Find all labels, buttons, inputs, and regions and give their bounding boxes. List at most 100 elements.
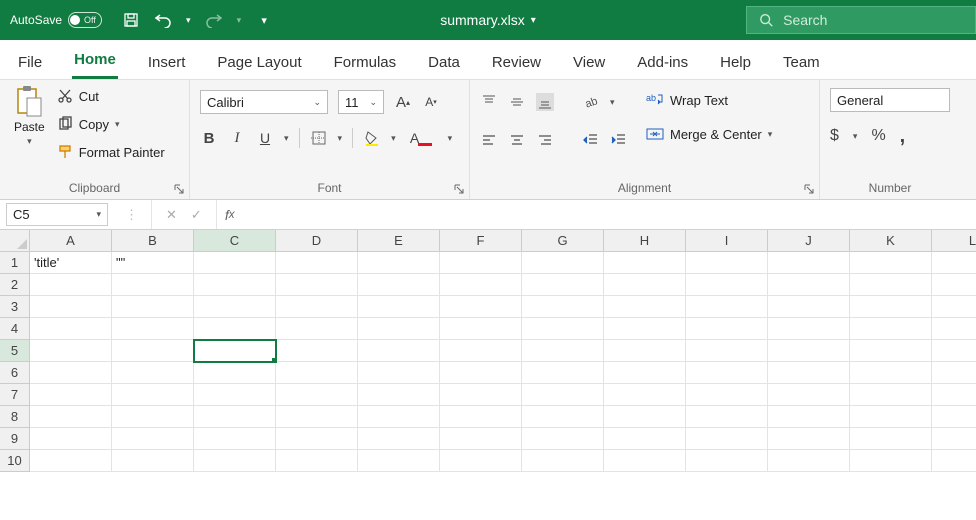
cell-C9[interactable]: [194, 428, 276, 450]
cell-E2[interactable]: [358, 274, 440, 296]
tab-view[interactable]: View: [571, 46, 607, 79]
cell-D8[interactable]: [276, 406, 358, 428]
cell-K9[interactable]: [850, 428, 932, 450]
cell-I5[interactable]: [686, 340, 768, 362]
search-box[interactable]: [746, 6, 976, 34]
chevron-down-icon[interactable]: ▾: [284, 133, 289, 144]
column-header[interactable]: D: [276, 230, 358, 252]
cell-H1[interactable]: [604, 252, 686, 274]
cell-H2[interactable]: [604, 274, 686, 296]
underline-button[interactable]: U: [256, 129, 274, 147]
cell-J6[interactable]: [768, 362, 850, 384]
cell-J5[interactable]: [768, 340, 850, 362]
cell-I8[interactable]: [686, 406, 768, 428]
cell-A2[interactable]: [30, 274, 112, 296]
cell-E5[interactable]: [358, 340, 440, 362]
cell-L3[interactable]: [932, 296, 976, 318]
cell-B3[interactable]: [112, 296, 194, 318]
cell-G6[interactable]: [522, 362, 604, 384]
cell-F6[interactable]: [440, 362, 522, 384]
cell-A5[interactable]: [30, 340, 112, 362]
cell-C6[interactable]: [194, 362, 276, 384]
fx-icon[interactable]: fx: [217, 200, 243, 229]
cell-F5[interactable]: [440, 340, 522, 362]
cell-H5[interactable]: [604, 340, 686, 362]
cell-G1[interactable]: [522, 252, 604, 274]
search-input[interactable]: [783, 12, 963, 28]
cell-B7[interactable]: [112, 384, 194, 406]
dialog-launcher-icon[interactable]: [173, 183, 185, 195]
cell-B4[interactable]: [112, 318, 194, 340]
column-header[interactable]: F: [440, 230, 522, 252]
row-header[interactable]: 8: [0, 406, 30, 428]
column-header[interactable]: H: [604, 230, 686, 252]
cut-button[interactable]: Cut: [57, 84, 165, 108]
enter-formula-icon[interactable]: ✓: [191, 207, 202, 223]
cell-C7[interactable]: [194, 384, 276, 406]
tab-home[interactable]: Home: [72, 43, 118, 79]
cell-E1[interactable]: [358, 252, 440, 274]
font-size-select[interactable]: 11⌄: [338, 90, 384, 114]
cell-I3[interactable]: [686, 296, 768, 318]
redo-icon[interactable]: [205, 11, 223, 29]
cell-C4[interactable]: [194, 318, 276, 340]
cell-I7[interactable]: [686, 384, 768, 406]
name-box-expand[interactable]: ⋮: [112, 200, 152, 229]
cell-F8[interactable]: [440, 406, 522, 428]
cell-H4[interactable]: [604, 318, 686, 340]
cell-K3[interactable]: [850, 296, 932, 318]
row-header[interactable]: 1: [0, 252, 30, 274]
percent-format-button[interactable]: %: [871, 127, 885, 145]
borders-button[interactable]: [310, 129, 328, 147]
cell-F1[interactable]: [440, 252, 522, 274]
undo-icon[interactable]: [154, 11, 172, 29]
cell-G7[interactable]: [522, 384, 604, 406]
tab-data[interactable]: Data: [426, 46, 462, 79]
cell-H9[interactable]: [604, 428, 686, 450]
copy-button[interactable]: Copy ▾: [57, 112, 165, 136]
cell-L8[interactable]: [932, 406, 976, 428]
cell-L1[interactable]: [932, 252, 976, 274]
cell-A10[interactable]: [30, 450, 112, 472]
cell-C3[interactable]: [194, 296, 276, 318]
cell-J7[interactable]: [768, 384, 850, 406]
cell-F10[interactable]: [440, 450, 522, 472]
chevron-down-icon[interactable]: ▾: [338, 133, 343, 144]
align-top-icon[interactable]: [480, 93, 498, 111]
orientation-icon[interactable]: ab: [582, 93, 600, 111]
cell-G2[interactable]: [522, 274, 604, 296]
cell-L5[interactable]: [932, 340, 976, 362]
cell-K6[interactable]: [850, 362, 932, 384]
column-header[interactable]: K: [850, 230, 932, 252]
cell-B8[interactable]: [112, 406, 194, 428]
cell-E9[interactable]: [358, 428, 440, 450]
cell-K10[interactable]: [850, 450, 932, 472]
cell-A1[interactable]: 'title': [30, 252, 112, 274]
cell-I9[interactable]: [686, 428, 768, 450]
cell-D1[interactable]: [276, 252, 358, 274]
cell-E7[interactable]: [358, 384, 440, 406]
dialog-launcher-icon[interactable]: [453, 183, 465, 195]
cell-K8[interactable]: [850, 406, 932, 428]
cell-J4[interactable]: [768, 318, 850, 340]
cell-C1[interactable]: [194, 252, 276, 274]
cell-E3[interactable]: [358, 296, 440, 318]
cell-K2[interactable]: [850, 274, 932, 296]
align-right-icon[interactable]: [536, 131, 554, 149]
chevron-down-icon[interactable]: ▾: [610, 97, 615, 108]
cell-A4[interactable]: [30, 318, 112, 340]
accounting-format-button[interactable]: $: [830, 127, 839, 145]
row-header[interactable]: 9: [0, 428, 30, 450]
cell-D6[interactable]: [276, 362, 358, 384]
cell-A3[interactable]: [30, 296, 112, 318]
filename-dropdown-icon[interactable]: ▾: [531, 15, 536, 26]
increase-font-icon[interactable]: A▴: [394, 93, 412, 111]
align-middle-icon[interactable]: [508, 93, 526, 111]
cell-L10[interactable]: [932, 450, 976, 472]
cell-G10[interactable]: [522, 450, 604, 472]
format-painter-button[interactable]: Format Painter: [57, 140, 165, 164]
formula-input[interactable]: [243, 200, 976, 229]
cell-D10[interactable]: [276, 450, 358, 472]
cell-H7[interactable]: [604, 384, 686, 406]
row-header[interactable]: 4: [0, 318, 30, 340]
